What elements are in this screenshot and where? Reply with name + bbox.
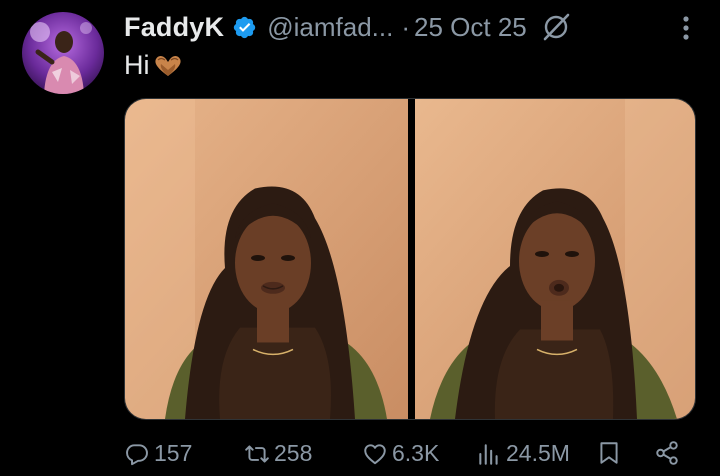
media-photo-1[interactable] [125,99,408,419]
author-avatar[interactable] [22,12,104,94]
views-button[interactable]: 24.5M [476,440,570,467]
tweet-actions: 157 258 6.3K 24.5M [124,440,684,476]
author-name[interactable]: FaddyK [124,12,224,43]
like-button[interactable]: 6.3K [362,440,439,467]
heart-hands-emoji [153,54,183,78]
reply-count: 157 [154,440,193,466]
views-count: 24.5M [506,440,570,466]
verified-badge-icon [232,15,257,40]
media-photo-2[interactable] [415,99,695,419]
tweet-media [124,98,696,420]
tweet-text: Hi [124,50,183,81]
repost-count: 258 [274,440,313,466]
separator-dot: · [401,11,410,42]
reply-icon [126,443,148,465]
retweet-icon [245,444,269,463]
reply-button[interactable]: 157 [124,440,192,467]
tweet-header: FaddyK @iamfad... · 25 Oct 25 [124,9,720,45]
like-icon [364,443,386,464]
like-count: 6.3K [392,440,440,466]
views-icon [479,443,498,465]
share-icon [656,441,678,465]
repost-button[interactable]: 258 [244,440,312,467]
tweet-date[interactable]: 25 Oct 25 [414,12,527,43]
bookmark-icon [600,442,618,464]
share-button[interactable] [654,440,684,466]
author-handle[interactable]: @iamfad... [267,12,393,43]
more-options-icon[interactable] [680,13,692,43]
tweet-text-content: Hi [124,50,150,80]
grok-icon[interactable] [541,12,571,42]
bookmark-button[interactable] [596,440,626,466]
